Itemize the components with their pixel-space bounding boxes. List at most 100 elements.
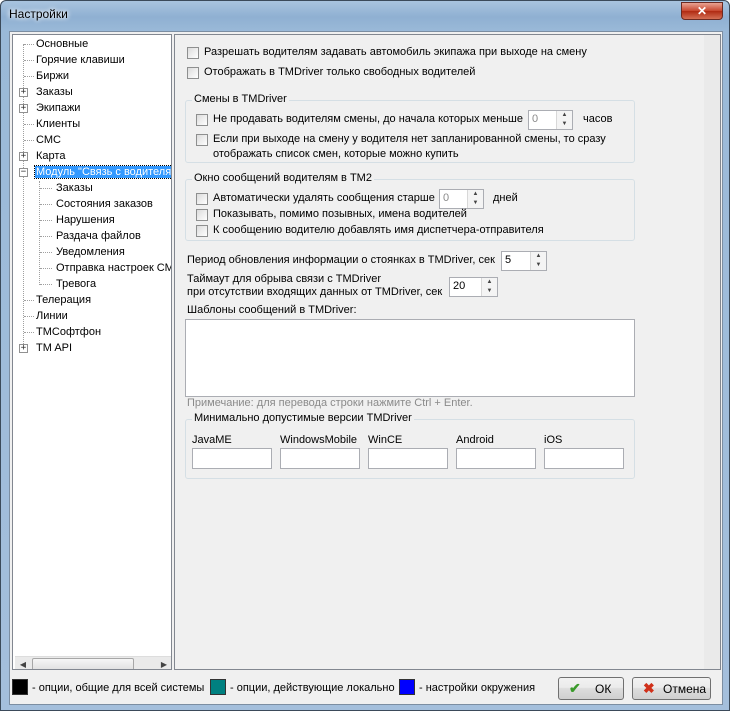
- spinner-down-icon[interactable]: ▼: [530, 261, 546, 270]
- expand-crews-icon[interactable]: +: [19, 104, 28, 113]
- tree-item-exchanges[interactable]: Биржи: [35, 68, 70, 84]
- refresh-period-label: Период обновления информации о стоянках …: [187, 254, 495, 266]
- show-shift-list-label-line2: отображать список смен, которые можно ку…: [213, 148, 459, 160]
- spinner-up-icon[interactable]: ▲: [467, 190, 483, 199]
- spinner-down-icon[interactable]: ▼: [556, 120, 572, 129]
- spinner-down-icon[interactable]: ▼: [481, 287, 497, 296]
- tree-item-driver-module[interactable]: Модуль "Связь с водителями": [34, 164, 171, 180]
- legend-global-label: - опции, общие для всей системы: [32, 682, 205, 694]
- show-shift-list-checkbox[interactable]: [196, 134, 208, 146]
- hours-unit-label: часов: [583, 113, 613, 125]
- ok-button[interactable]: ✔ ОК: [558, 677, 624, 700]
- tree-item-orders[interactable]: Заказы: [35, 84, 74, 100]
- javame-version-input[interactable]: [192, 448, 272, 469]
- ios-label: iOS: [544, 434, 563, 446]
- refresh-period-spinner[interactable]: 5 ▲ ▼: [501, 251, 547, 271]
- cross-icon: ✖: [643, 680, 655, 696]
- allow-set-car-checkbox[interactable]: [187, 47, 199, 59]
- tree-horizontal-scrollbar[interactable]: ◀ ▶: [15, 656, 171, 669]
- versions-group: Минимально допустимые версии TMDriver Ja…: [185, 412, 635, 479]
- tree-item-tmsoftphone[interactable]: ТМСофтфон: [35, 324, 102, 340]
- timeout-spinner[interactable]: 20 ▲ ▼: [449, 277, 498, 297]
- spinner-up-icon[interactable]: ▲: [556, 111, 572, 120]
- expand-map-icon[interactable]: +: [19, 152, 28, 161]
- tree-item-order-states[interactable]: Состояния заказов: [55, 196, 154, 212]
- dialog-body: Основные Горячие клавиши Биржи + Заказы …: [9, 31, 723, 705]
- messages-group: Окно сообщений водителям в ТМ2 Автоматич…: [185, 172, 635, 241]
- templates-textarea[interactable]: [185, 319, 635, 397]
- tree-item-sms[interactable]: СМС: [35, 132, 62, 148]
- tree-item-module-orders[interactable]: Заказы: [55, 180, 94, 196]
- tree-item-alarm[interactable]: Тревога: [55, 276, 97, 292]
- ok-button-label: ОК: [595, 682, 612, 696]
- settings-panel: Разрешать водителям задавать автомобиль …: [174, 34, 721, 670]
- auto-delete-checkbox[interactable]: [196, 193, 208, 205]
- spinner-down-icon[interactable]: ▼: [467, 199, 483, 208]
- legend-environment-label: - настройки окружения: [419, 682, 536, 694]
- close-button[interactable]: ✕: [681, 2, 723, 20]
- legend-swatch-global: [12, 679, 28, 695]
- tree-item-crews[interactable]: Экипажи: [35, 100, 81, 116]
- windowsmobile-label: WindowsMobile: [280, 434, 358, 446]
- javame-label: JavaME: [192, 434, 232, 446]
- show-free-only-label: Отображать в TMDriver только свободных в…: [204, 66, 476, 78]
- cancel-button[interactable]: ✖ Отмена: [632, 677, 711, 700]
- tree-item-violations[interactable]: Нарушения: [55, 212, 116, 228]
- show-free-only-checkbox[interactable]: [187, 67, 199, 79]
- scroll-left-icon[interactable]: ◀: [15, 657, 31, 669]
- shifts-group: Смены в TMDriver Не продавать водителям …: [185, 93, 635, 163]
- scroll-right-icon[interactable]: ▶: [156, 657, 171, 669]
- show-shift-list-label-line1: Если при выходе на смену у водителя нет …: [213, 133, 606, 145]
- tree-item-teleration[interactable]: Телерация: [35, 292, 92, 308]
- close-icon: ✕: [696, 4, 708, 18]
- collapse-driver-module-icon[interactable]: −: [19, 168, 28, 177]
- expand-tm-api-icon[interactable]: +: [19, 344, 28, 353]
- tree-item-tm-api[interactable]: TM API: [35, 340, 73, 356]
- settings-content: Разрешать водителям задавать автомобиль …: [175, 35, 704, 669]
- tree-item-clients[interactable]: Клиенты: [35, 116, 81, 132]
- days-unit-label: дней: [493, 192, 518, 204]
- tree-item-notifications[interactable]: Уведомления: [55, 244, 126, 260]
- add-dispatcher-label: К сообщению водителю добавлять имя диспе…: [213, 224, 544, 236]
- templates-label: Шаблоны сообщений в TMDriver:: [187, 304, 357, 316]
- timeout-label-line2: при отсутствии входящих данных от TMDriv…: [187, 286, 443, 298]
- timeout-label-line1: Таймаут для обрыва связи с TMDriver: [187, 273, 382, 285]
- windowsmobile-version-input[interactable]: [280, 448, 360, 469]
- wince-version-input[interactable]: [368, 448, 448, 469]
- expand-orders-icon[interactable]: +: [19, 88, 28, 97]
- show-names-label: Показывать, помимо позывных, имена водит…: [213, 208, 467, 220]
- tree-item-map[interactable]: Карта: [35, 148, 66, 164]
- add-dispatcher-checkbox[interactable]: [196, 225, 208, 237]
- auto-delete-days-value: 0: [443, 192, 450, 204]
- no-sell-shifts-label: Не продавать водителям смены, до начала …: [213, 113, 523, 125]
- messages-group-title: Окно сообщений водителям в ТМ2: [192, 172, 374, 184]
- templates-note: Примечание: для перевода строки нажмите …: [187, 397, 473, 409]
- auto-delete-label: Автоматически удалять сообщения старше: [213, 192, 435, 204]
- tree-item-lines[interactable]: Линии: [35, 308, 69, 324]
- wince-label: WinCE: [368, 434, 403, 446]
- tree-item-send-sms-settings[interactable]: Отправка настроек СМС: [55, 260, 171, 276]
- spinner-up-icon[interactable]: ▲: [481, 278, 497, 287]
- spinner-up-icon[interactable]: ▲: [530, 252, 546, 261]
- tree-item-basic[interactable]: Основные: [35, 36, 89, 52]
- no-sell-hours-spinner[interactable]: 0 ▲ ▼: [528, 110, 573, 130]
- refresh-period-value: 5: [505, 254, 512, 266]
- no-sell-shifts-checkbox[interactable]: [196, 114, 208, 126]
- android-label: Android: [456, 434, 494, 446]
- settings-window: Настройки ✕ Основные Горячие клавиши Бир…: [0, 0, 730, 711]
- timeout-value: 20: [453, 280, 466, 292]
- settings-tree: Основные Горячие клавиши Биржи + Заказы …: [12, 34, 172, 670]
- show-names-checkbox[interactable]: [196, 209, 208, 221]
- android-version-input[interactable]: [456, 448, 536, 469]
- tree-item-hotkeys[interactable]: Горячие клавиши: [35, 52, 126, 68]
- window-title: Настройки: [9, 7, 68, 21]
- ios-version-input[interactable]: [544, 448, 624, 469]
- tree-item-file-distribution[interactable]: Раздача файлов: [55, 228, 142, 244]
- scroll-thumb[interactable]: [32, 658, 134, 669]
- legend-local-label: - опции, действующие локально: [230, 682, 395, 694]
- auto-delete-days-spinner[interactable]: 0 ▲ ▼: [439, 189, 484, 209]
- no-sell-hours-value: 0: [532, 113, 539, 125]
- settings-vertical-scrollbar[interactable]: [704, 35, 720, 669]
- versions-group-title: Минимально допустимые версии TMDriver: [192, 412, 414, 424]
- legend-swatch-environment: [399, 679, 415, 695]
